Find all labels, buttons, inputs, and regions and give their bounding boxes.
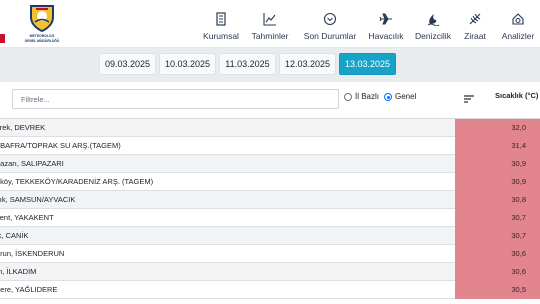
station-name: pazarı, SALIPAZARI — [0, 159, 64, 168]
temperature-value: 32,0 — [455, 119, 540, 137]
nav-label: Son Durumlar — [303, 31, 357, 41]
station-name: m, İLKADIM — [0, 267, 37, 276]
table-row[interactable]: erun, İSKENDERUN 30,6 — [0, 245, 540, 263]
nav-analizler[interactable]: Analizler — [499, 0, 537, 48]
filter-input[interactable] — [12, 89, 339, 109]
nav-havacilik[interactable]: Havacılık — [366, 0, 406, 48]
airplane-icon — [379, 13, 392, 25]
date-tab[interactable]: 09.03.2025 — [99, 53, 156, 75]
station-name: erun, İSKENDERUN — [0, 249, 65, 258]
nav-label: Kurumsal — [203, 31, 239, 41]
temperature-value: 30,6 — [455, 245, 540, 263]
logo-text-line1: METEOROLOJİ — [29, 34, 55, 38]
temperature-value: 30,9 — [455, 155, 540, 173]
logo-accent-bar — [0, 34, 5, 43]
mgm-emblem-icon — [30, 5, 54, 32]
top-header: METEOROLOJİ GENEL MÜDÜRLÜĞÜ Kurumsal Tah… — [0, 0, 540, 48]
clock-icon — [323, 12, 337, 26]
table-row[interactable]: , BAFRA/TOPRAK SU ARŞ.(TAGEM) 31,4 — [0, 137, 540, 155]
station-name: vrek, DEVREK — [0, 123, 46, 132]
temperature-value: 30,8 — [455, 191, 540, 209]
table-row[interactable]: m, İLKADIM 30,6 — [0, 263, 540, 281]
table-row[interactable]: kent, YAKAKENT 30,7 — [0, 209, 540, 227]
radio-genel[interactable] — [384, 93, 392, 101]
table-row[interactable]: eköy, TEKKEKÖY/KARADENİZ ARŞ. (TAGEM) 30… — [0, 173, 540, 191]
table-row[interactable]: cık, SAMSUN/AYVACIK 30,8 — [0, 191, 540, 209]
date-tab-active[interactable]: 13.03.2025 — [339, 53, 396, 75]
column-header-temperature[interactable]: Sıcaklık (°C) — [495, 91, 538, 100]
logo-text-line2: GENEL MÜDÜRLÜĞÜ — [24, 39, 60, 43]
temperature-value: 30,9 — [455, 173, 540, 191]
mgm-logo[interactable]: METEOROLOJİ GENEL MÜDÜRLÜĞÜ — [22, 3, 62, 47]
nav-kurumsal[interactable]: Kurumsal — [200, 0, 242, 48]
nav-label: Tahminler — [251, 31, 289, 41]
date-tabs-bar: 09.03.2025 10.03.2025 11.03.2025 12.03.2… — [0, 48, 540, 82]
radio-il-bazli[interactable] — [344, 93, 352, 101]
leaf-icon — [469, 13, 481, 25]
temperature-value: 30,6 — [455, 263, 540, 281]
table-row[interactable]: pazarı, SALIPAZARI 30,9 — [0, 155, 540, 173]
station-name: , BAFRA/TOPRAK SU ARŞ.(TAGEM) — [0, 141, 121, 150]
station-name: dere, YAĞLIDERE — [0, 285, 58, 294]
station-name: cık, SAMSUN/AYVACIK — [0, 195, 76, 204]
nav-tahminler[interactable]: Tahminler — [249, 0, 291, 48]
sort-icon[interactable] — [463, 94, 475, 104]
nav-denizcilik[interactable]: Denizcilik — [413, 0, 453, 48]
nav-son-durumlar[interactable]: Son Durumlar — [301, 0, 359, 48]
temperature-value: 30,5 — [455, 281, 540, 299]
nav-label: Havacılık — [368, 31, 404, 41]
radio-genel-label[interactable]: Genel — [395, 92, 416, 101]
station-name: kent, YAKAKENT — [0, 213, 54, 222]
date-tab[interactable]: 12.03.2025 — [279, 53, 336, 75]
station-list: vrek, DEVREK 32,0 , BAFRA/TOPRAK SU ARŞ.… — [0, 119, 540, 299]
nav-label: Denizcilik — [415, 31, 451, 41]
nav-ziraat[interactable]: Ziraat — [460, 0, 490, 48]
analysis-icon — [512, 13, 524, 25]
table-row[interactable]: ik, CANİK 30,7 — [0, 227, 540, 245]
chart-line-icon — [263, 13, 276, 26]
station-name: ik, CANİK — [0, 231, 29, 240]
radio-il-bazli-label[interactable]: İl Bazlı — [355, 92, 379, 101]
table-row[interactable]: dere, YAĞLIDERE 30,5 — [0, 281, 540, 299]
nav-label: Analizler — [501, 31, 535, 41]
nav-label: Ziraat — [464, 31, 486, 41]
wave-icon — [427, 14, 440, 26]
station-name: eköy, TEKKEKÖY/KARADENİZ ARŞ. (TAGEM) — [0, 177, 154, 186]
table-row[interactable]: vrek, DEVREK 32,0 — [0, 119, 540, 137]
temperature-value: 31,4 — [455, 137, 540, 155]
date-tab[interactable]: 11.03.2025 — [219, 53, 276, 75]
filter-row: İl Bazlı Genel Sıcaklık (°C) — [0, 82, 540, 119]
temperature-value: 30,7 — [455, 209, 540, 227]
date-tab[interactable]: 10.03.2025 — [159, 53, 216, 75]
document-icon — [216, 12, 226, 26]
temperature-value: 30,7 — [455, 227, 540, 245]
